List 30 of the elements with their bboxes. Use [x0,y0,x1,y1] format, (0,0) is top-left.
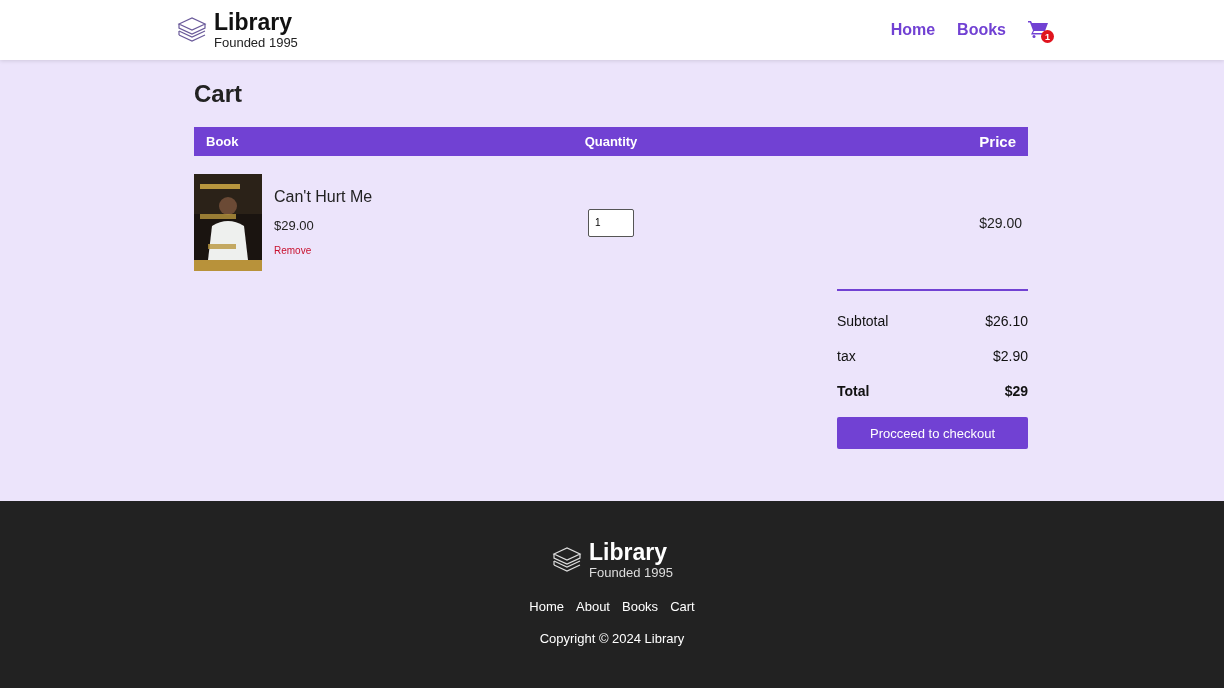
summary-label: Subtotal [837,312,889,329]
column-header: Price [979,133,1016,150]
book-price: $29.00 [274,218,315,233]
footer-link[interactable]: Home [529,599,564,614]
summary-label: Total [837,382,870,399]
logo-title: Library [589,541,669,564]
checkout-button[interactable]: Procceed to checkout [837,417,1028,449]
book-title: Can't Hurt Me [274,188,373,206]
remove-link[interactable]: Remove [274,245,373,256]
logo-title: Library [214,11,293,34]
nav-link[interactable]: Home [890,21,936,39]
cart-button[interactable]: 1 [1028,20,1052,40]
nav-link[interactable]: Books [957,21,1006,39]
column-header: Quantity [584,134,638,149]
footer-link[interactable]: Cart [670,599,695,614]
summary-label: tax [837,347,856,364]
copyright-text: Copyright © 2024 Library [539,631,685,646]
footer-link[interactable]: About [576,599,610,614]
line-total: $29.00 [979,214,1022,231]
summary-value: $2.90 [992,347,1028,364]
cart-count-badge: 1 [1041,30,1054,43]
column-header: Book [206,134,239,149]
cart-icon [1028,20,1048,38]
page-title: Cart [194,80,243,108]
logo-subtitle: Founded 1995 [589,566,673,579]
footer-link[interactable]: Books [622,599,659,614]
logo-subtitle: Founded 1995 [214,36,298,49]
summary-value: $29 [1004,382,1028,399]
summary-value: $26.10 [985,312,1028,329]
quantity-field[interactable]: 1 [588,208,634,237]
